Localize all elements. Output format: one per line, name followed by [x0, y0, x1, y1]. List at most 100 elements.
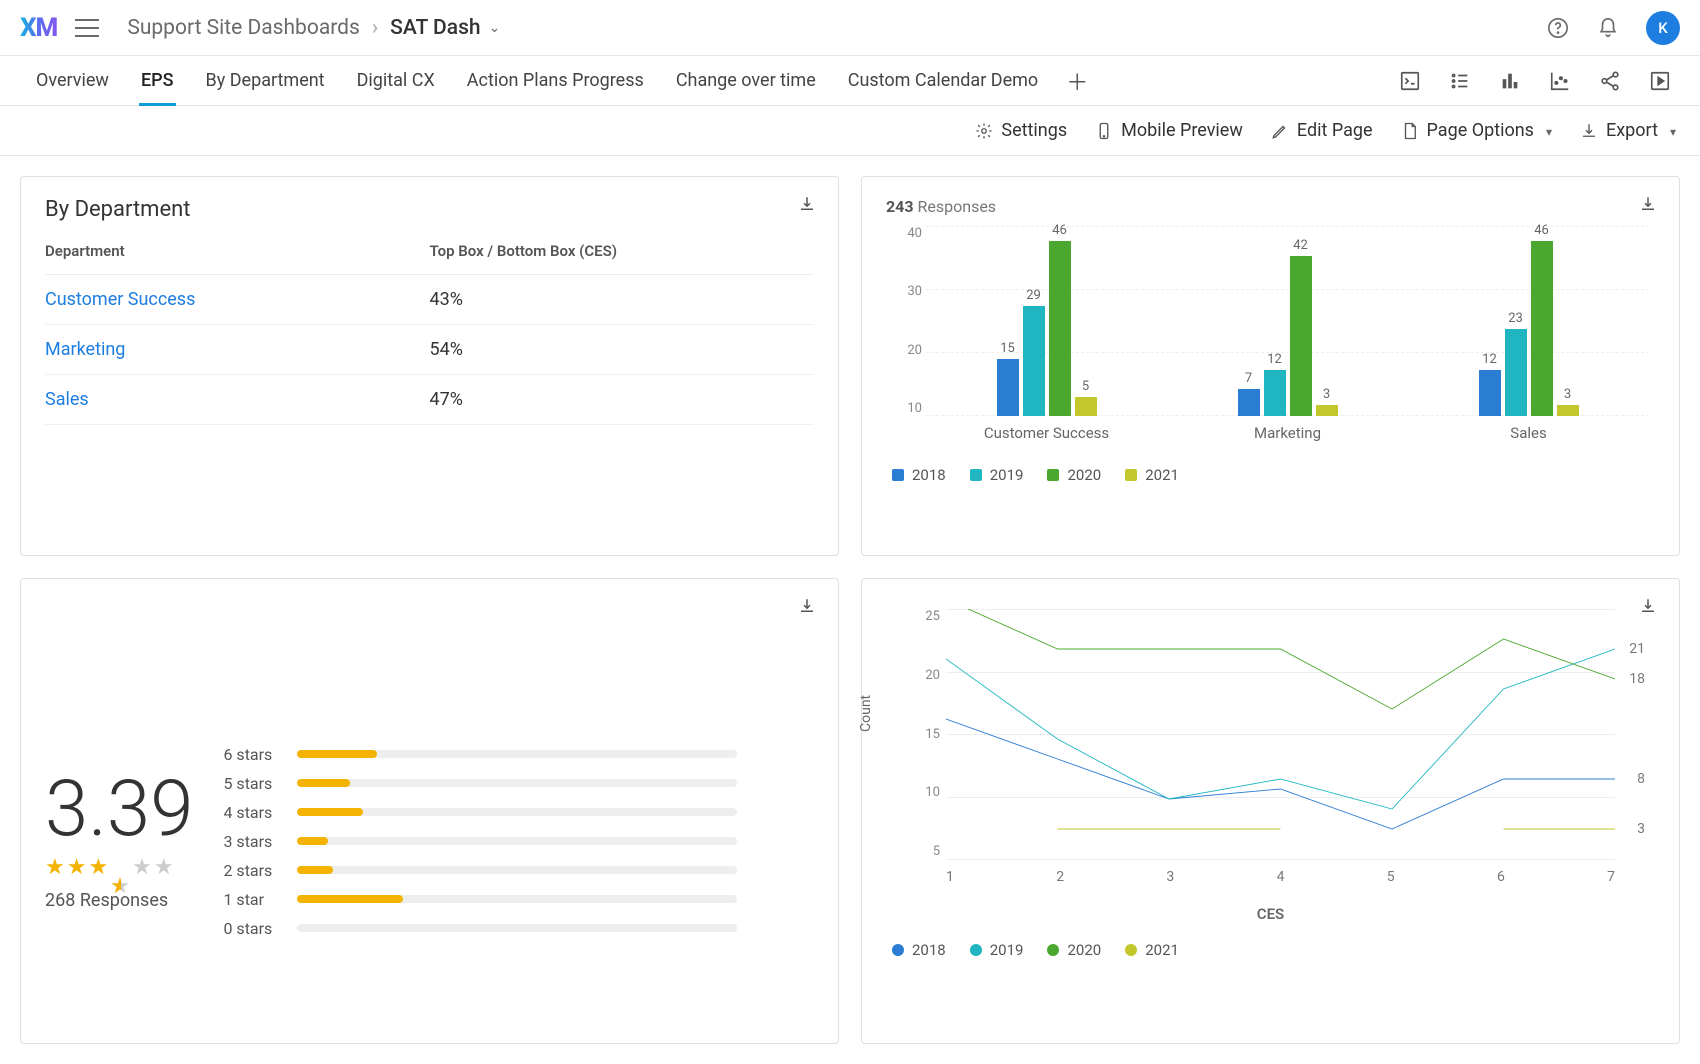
logo: XM	[20, 13, 57, 43]
export-button[interactable]: Export	[1580, 120, 1676, 141]
bar: 3	[1316, 405, 1338, 416]
responses-header: 243 Responses	[886, 197, 1655, 216]
rating-bar-row: 3 stars	[223, 832, 737, 851]
export-icon	[1580, 122, 1598, 140]
line-xlabel: CES	[886, 905, 1655, 923]
rating-bar-row: 6 stars	[223, 745, 737, 764]
tab-overview[interactable]: Overview	[20, 56, 125, 105]
tab-digital-cx[interactable]: Digital CX	[341, 56, 451, 105]
breadcrumb-current[interactable]: SAT Dash ⌄	[390, 16, 500, 40]
rating-bar-label: 4 stars	[223, 803, 283, 822]
line-series-2020	[946, 609, 1615, 709]
legend-item[interactable]: 2020	[1047, 941, 1101, 959]
rating-bar-track	[297, 779, 737, 787]
rating-bar-label: 5 stars	[223, 774, 283, 793]
dept-value: 47%	[430, 375, 815, 425]
bar: 15	[997, 359, 1019, 416]
rating-distribution: 6 stars5 stars4 stars3 stars2 stars1 sta…	[223, 745, 737, 938]
help-icon[interactable]	[1546, 16, 1570, 40]
actions-bar: Settings Mobile Preview Edit Page Page O…	[0, 106, 1700, 156]
breadcrumb-parent[interactable]: Support Site Dashboards	[127, 16, 360, 40]
page-options-button[interactable]: Page Options	[1401, 120, 1552, 141]
line-series-2019	[946, 649, 1615, 809]
tab-custom-calendar-demo[interactable]: Custom Calendar Demo	[832, 56, 1054, 105]
rating-bar-label: 0 stars	[223, 919, 283, 938]
chevron-down-icon	[1542, 120, 1552, 141]
settings-button[interactable]: Settings	[975, 120, 1067, 141]
download-icon[interactable]	[1639, 597, 1657, 619]
bar: 12	[1264, 370, 1286, 416]
line-endlabel: 8	[1637, 771, 1645, 787]
download-icon[interactable]	[1639, 195, 1657, 217]
rating-bar-track	[297, 750, 737, 758]
tab-by-department[interactable]: By Department	[190, 56, 341, 105]
list-icon[interactable]	[1448, 69, 1472, 93]
table-row: Sales47%	[45, 375, 814, 425]
legend-item[interactable]: 2021	[1125, 466, 1179, 484]
widget-responses-bar: 243 Responses 40302010 1529465Customer S…	[861, 176, 1680, 556]
dept-value: 54%	[430, 325, 815, 375]
legend-item[interactable]: 2018	[892, 941, 946, 959]
avatar[interactable]: K	[1646, 11, 1680, 45]
download-icon[interactable]	[798, 597, 816, 619]
rating-bar-row: 0 stars	[223, 919, 737, 938]
legend-item[interactable]: 2018	[892, 466, 946, 484]
bar: 46	[1531, 241, 1553, 416]
share-icon[interactable]	[1598, 69, 1622, 93]
breadcrumb-current-label: SAT Dash	[390, 16, 480, 40]
tabs-bar: OverviewEPSBy DepartmentDigital CXAction…	[0, 56, 1700, 106]
dept-value: 43%	[430, 275, 815, 325]
edit-page-label: Edit Page	[1297, 120, 1373, 141]
scatter-icon[interactable]	[1548, 69, 1572, 93]
bar-category-label: Customer Success	[984, 424, 1109, 442]
dept-link[interactable]: Customer Success	[45, 275, 430, 325]
play-icon[interactable]	[1648, 69, 1672, 93]
dept-link[interactable]: Sales	[45, 375, 430, 425]
line-endlabel: 3	[1637, 821, 1645, 837]
bar-legend: 2018 2019 2020 2021	[886, 466, 1655, 484]
legend-item[interactable]: 2019	[970, 941, 1024, 959]
bar: 29	[1023, 306, 1045, 416]
hamburger-icon[interactable]	[75, 19, 99, 37]
bar: 23	[1505, 329, 1527, 416]
edit-page-button[interactable]: Edit Page	[1271, 120, 1373, 141]
gear-icon	[975, 122, 993, 140]
bar-category-label: Marketing	[1254, 424, 1321, 442]
tab-action-plans-progress[interactable]: Action Plans Progress	[451, 56, 660, 105]
bar-group: 1529465Customer Success	[997, 241, 1097, 416]
chevron-down-icon: ⌄	[489, 20, 501, 36]
tab-change-over-time[interactable]: Change over time	[660, 56, 832, 105]
add-tab-button[interactable]: ＋	[1054, 65, 1100, 97]
line-legend: 2018 2019 2020 2021	[886, 941, 1655, 959]
line-endlabel: 21	[1629, 641, 1645, 657]
bar-chart: 40302010 1529465Customer Success712423Ma…	[926, 226, 1649, 446]
star-icons: ★★★★★★★	[45, 855, 193, 880]
rating-bar-label: 3 stars	[223, 832, 283, 851]
bar-group: 1223463Sales	[1479, 241, 1579, 416]
bar: 12	[1479, 370, 1501, 416]
mobile-preview-button[interactable]: Mobile Preview	[1095, 120, 1243, 141]
rating-bar-label: 1 star	[223, 890, 283, 909]
dept-link[interactable]: Marketing	[45, 325, 430, 375]
rating-bar-track	[297, 808, 737, 816]
bell-icon[interactable]	[1596, 16, 1620, 40]
breadcrumb: Support Site Dashboards › SAT Dash ⌄	[127, 16, 500, 40]
legend-item[interactable]: 2019	[970, 466, 1024, 484]
line-series-2018	[946, 719, 1615, 829]
bar: 3	[1557, 405, 1579, 416]
legend-item[interactable]: 2020	[1047, 466, 1101, 484]
col-header-department: Department	[45, 242, 430, 275]
rating-bar-track	[297, 924, 737, 932]
responses-label: Responses	[918, 197, 997, 216]
tab-eps[interactable]: EPS	[125, 56, 190, 105]
chevron-right-icon: ›	[372, 16, 378, 40]
table-row: Customer Success43%	[45, 275, 814, 325]
download-icon[interactable]	[798, 195, 816, 217]
bar-chart-icon[interactable]	[1498, 69, 1522, 93]
responses-count: 243	[886, 197, 914, 216]
legend-item[interactable]: 2021	[1125, 941, 1179, 959]
pencil-icon	[1271, 122, 1289, 140]
widget-icon[interactable]	[1398, 69, 1422, 93]
page-icon	[1401, 122, 1419, 140]
rating-bar-track	[297, 866, 737, 874]
